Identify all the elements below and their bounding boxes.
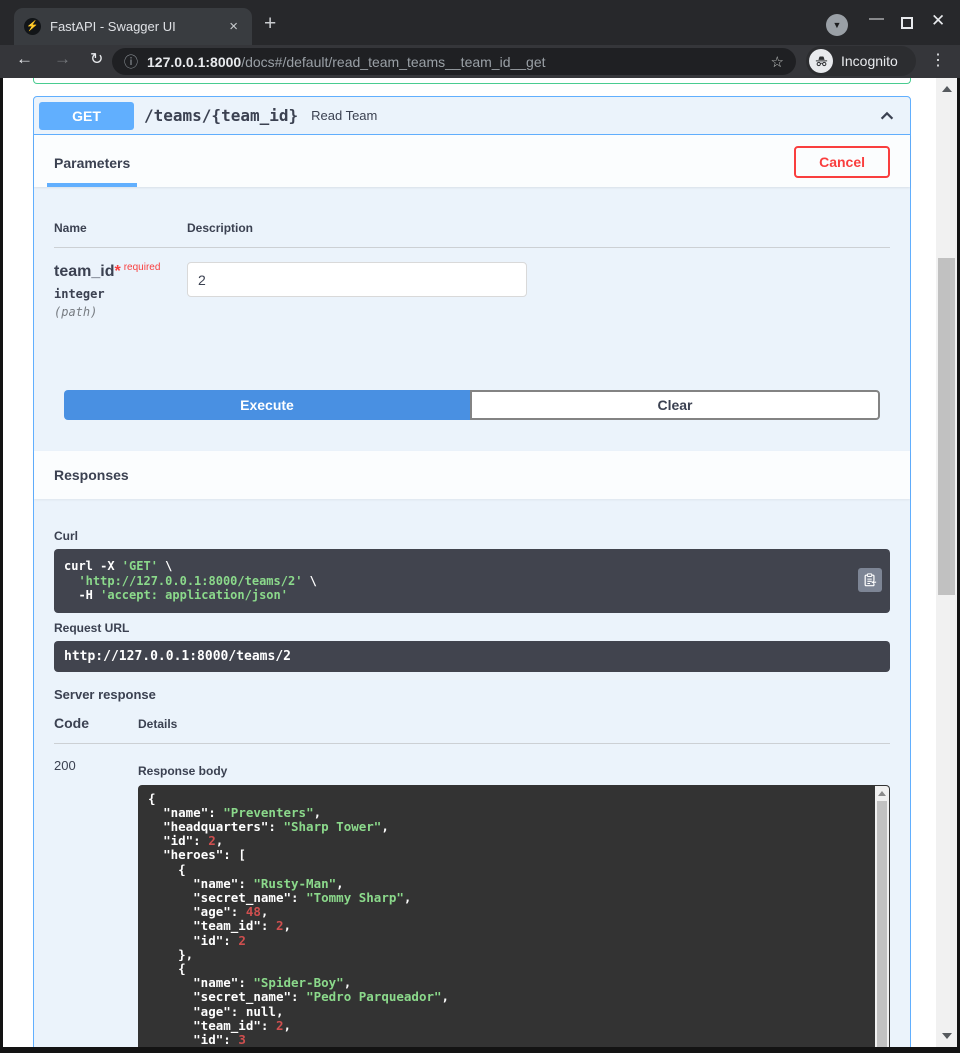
opblock-header[interactable]: GET /teams/{team_id} Read Team (34, 97, 910, 135)
fastapi-favicon-icon: ⚡ (24, 18, 41, 35)
execute-row: Execute Clear (54, 390, 890, 451)
window-minimize-button[interactable]: — (869, 10, 884, 27)
forward-button[interactable]: → (54, 49, 71, 69)
response-detail: Response body { "name": "Preventers", "h… (138, 758, 890, 1053)
url-text[interactable]: 127.0.0.1:8000/docs#/default/read_team_t… (147, 54, 763, 70)
column-description: Description (187, 221, 253, 235)
method-badge: GET (39, 102, 134, 130)
response-table-header: Code Details (54, 715, 890, 744)
window-scroll-up-icon[interactable] (942, 86, 952, 92)
column-details: Details (138, 715, 177, 731)
response-body-label: Response body (138, 764, 890, 778)
reload-button[interactable]: ↻ (90, 49, 103, 69)
parameters-body: Name Description team_id*required intege… (34, 187, 910, 451)
swagger-content: GET /teams/{team_id} Read Team Parameter… (33, 78, 911, 1053)
server-response-table: Code Details 200 Response body { "name":… (54, 715, 890, 1053)
parameter-type: integer (54, 287, 187, 301)
parameters-section-header: Parameters Cancel (34, 135, 910, 187)
responses-section-header: Responses (34, 451, 910, 499)
url-host: 127.0.0.1:8000 (147, 54, 241, 70)
status-code: 200 (54, 758, 138, 1053)
tab-title: FastAPI - Swagger UI (50, 19, 225, 34)
incognito-badge: Incognito (806, 46, 916, 76)
browser-tab[interactable]: ⚡ FastAPI - Swagger UI × (14, 8, 252, 45)
window-scrollbar[interactable] (936, 78, 957, 1047)
url-path: /docs#/default/read_team_teams__team_id_… (241, 54, 545, 70)
incognito-label: Incognito (841, 53, 898, 69)
request-url-value: http://127.0.0.1:8000/teams/2 (64, 649, 880, 664)
response-scrollbar-thumb[interactable] (877, 801, 887, 1047)
browser-titlebar: ⚡ FastAPI - Swagger UI × + ▼ — ✕ (0, 0, 960, 45)
tab-parameters[interactable]: Parameters (47, 155, 137, 187)
column-code: Code (54, 715, 138, 731)
parameter-row: team_id*required integer (path) (54, 248, 890, 348)
request-url-block: http://127.0.0.1:8000/teams/2 (54, 641, 890, 672)
collapse-chevron-icon[interactable] (878, 107, 896, 125)
address-bar[interactable]: ⓘ 127.0.0.1:8000/docs#/default/read_team… (112, 48, 796, 75)
required-label: required (124, 262, 161, 273)
opblock-get-teams: GET /teams/{team_id} Read Team Parameter… (33, 96, 911, 1053)
bookmark-star-icon[interactable]: ☆ (771, 53, 784, 71)
parameter-meta: team_id*required integer (path) (54, 262, 187, 348)
tab-search-icon[interactable]: ▼ (826, 14, 848, 36)
browser-menu-icon[interactable]: ⋮ (930, 50, 946, 70)
window-scrollbar-thumb[interactable] (938, 258, 955, 595)
back-button[interactable]: ← (16, 49, 33, 69)
incognito-icon (809, 49, 833, 73)
endpoint-path: /teams/{team_id} (144, 106, 298, 125)
response-body-scrollbar[interactable] (875, 786, 889, 1053)
server-response-label: Server response (54, 687, 890, 702)
curl-block: curl -X 'GET' \ 'http://127.0.0.1:8000/t… (54, 549, 890, 613)
parameter-value-cell (187, 262, 527, 348)
response-body-block: { "name": "Preventers", "headquarters": … (138, 785, 890, 1053)
site-info-icon[interactable]: ⓘ (124, 52, 138, 72)
column-name: Name (54, 221, 187, 235)
curl-command: curl -X 'GET' \ 'http://127.0.0.1:8000/t… (64, 559, 880, 603)
browser-toolbar: ← → ↻ ⓘ 127.0.0.1:8000/docs#/default/rea… (0, 45, 960, 78)
response-body-json: { "name": "Preventers", "headquarters": … (148, 792, 866, 1053)
cancel-button[interactable]: Cancel (794, 146, 890, 178)
new-tab-button[interactable]: + (264, 12, 276, 36)
parameter-name: team_id*required (54, 262, 187, 281)
required-asterisk: * (114, 263, 120, 280)
responses-body: Curl curl -X 'GET' \ 'http://127.0.0.1:8… (34, 499, 910, 1053)
scroll-up-icon[interactable] (878, 791, 886, 796)
window-close-button[interactable]: ✕ (931, 11, 945, 31)
page-viewport: GET /teams/{team_id} Read Team Parameter… (0, 78, 960, 1053)
window-maximize-button[interactable] (901, 17, 913, 29)
clear-button[interactable]: Clear (470, 390, 880, 420)
parameters-table-header: Name Description (54, 203, 890, 248)
curl-label: Curl (54, 529, 890, 543)
team-id-input[interactable] (187, 262, 527, 297)
request-url-label: Request URL (54, 621, 890, 635)
endpoint-summary: Read Team (311, 108, 377, 123)
execute-button[interactable]: Execute (64, 390, 470, 420)
tab-close-icon[interactable]: × (225, 18, 242, 35)
window-scroll-down-icon[interactable] (942, 1033, 952, 1039)
parameter-location: (path) (54, 305, 187, 319)
previous-endpoint-bottom (33, 78, 911, 84)
response-row: 200 Response body { "name": "Preventers"… (54, 744, 890, 1053)
copy-to-clipboard-button[interactable] (858, 568, 882, 592)
